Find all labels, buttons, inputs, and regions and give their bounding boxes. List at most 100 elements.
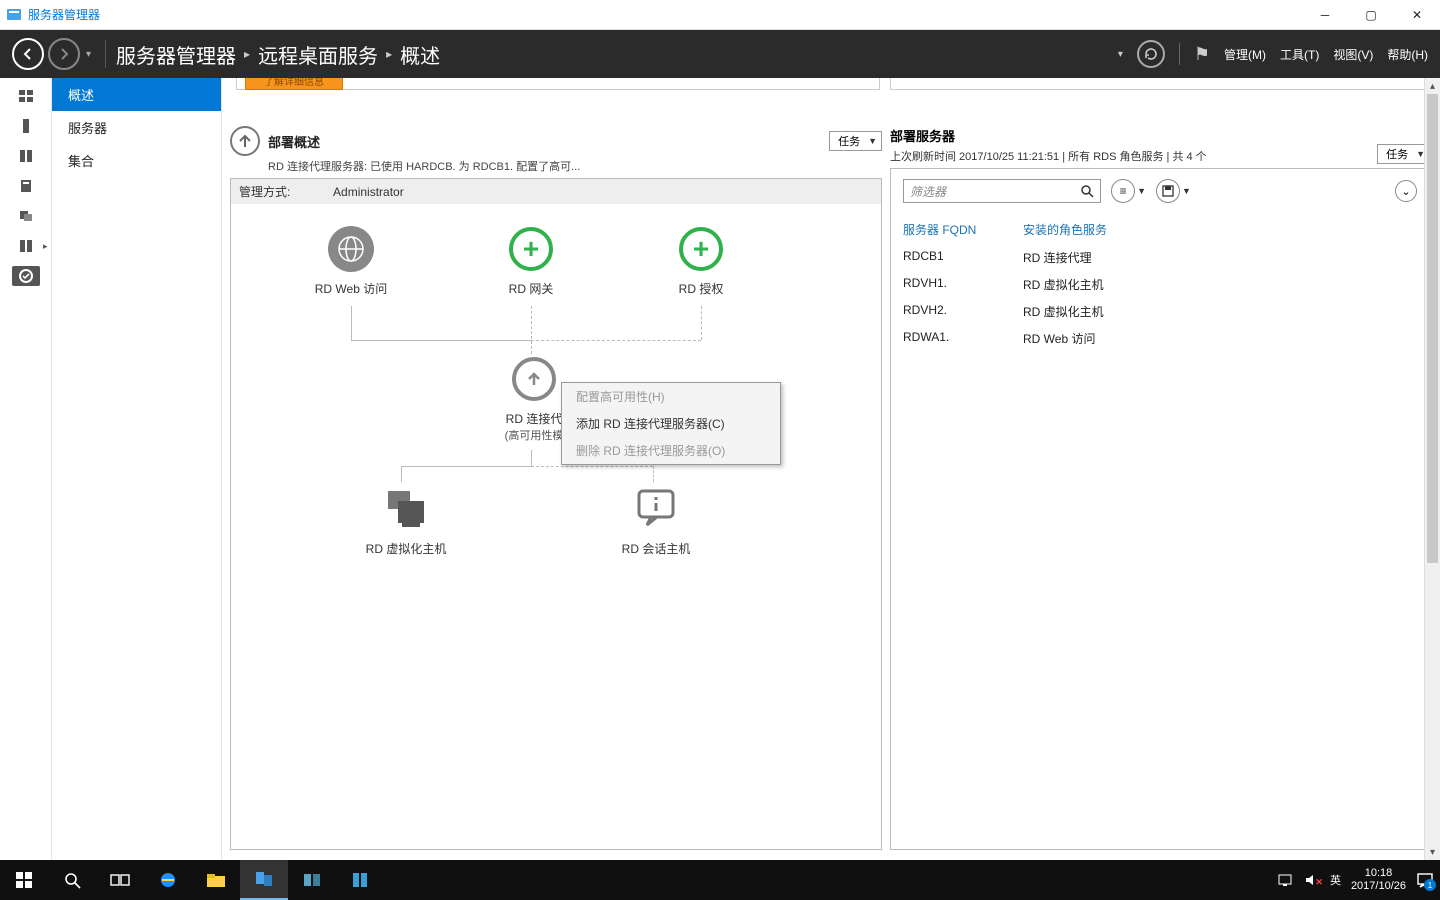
header-dropdown-icon[interactable]: ▾ (1118, 49, 1123, 60)
node-rd-web[interactable]: RD Web 访问 (291, 224, 411, 297)
nav-dropdown-icon[interactable]: ▾ (86, 49, 91, 60)
taskbar-explorer[interactable] (192, 860, 240, 900)
table-row[interactable]: RDVH1. RD 虚拟化主机 (903, 276, 1417, 293)
info-banner-link[interactable]: 了解详细信息 (245, 78, 343, 90)
rail-rds-icon[interactable]: ▸ (12, 266, 40, 286)
node-rd-gateway[interactable]: + RD 网关 (471, 224, 591, 297)
deploy-overview-title: 部署概述 (268, 132, 821, 151)
expand-toggle-button[interactable]: ⌄ (1395, 180, 1417, 202)
node-rd-vhost[interactable]: RD 虚拟化主机 (341, 484, 471, 557)
chevron-down-icon: ▼ (868, 136, 877, 146)
notifications-flag-icon[interactable]: ⚑ (1194, 44, 1210, 65)
taskbar-app-1[interactable] (288, 860, 336, 900)
chevron-down-icon: ▼ (1137, 186, 1146, 196)
mgmt-user: Administrator (333, 185, 404, 199)
management-strip: 管理方式: Administrator (231, 179, 881, 204)
tasks-dropdown-label: 任务 (1386, 146, 1408, 162)
menu-view[interactable]: 视图(V) (1333, 46, 1373, 63)
taskbar-ie[interactable] (144, 860, 192, 900)
app-icon (6, 7, 22, 23)
list-options-button[interactable]: ≡ (1111, 179, 1135, 203)
action-center-button[interactable]: 1 (1416, 871, 1434, 889)
deploy-servers-panel: 筛选器 ≡ ▼ ▼ (890, 168, 1430, 850)
col-fqdn[interactable]: 服务器 FQDN (903, 221, 1023, 238)
search-icon[interactable] (1080, 184, 1094, 198)
nav-back-button[interactable] (12, 38, 44, 70)
header-bar: ▾ 服务器管理器 ▸ 远程桌面服务 ▸ 概述 ▾ ⚑ 管理(M) 工具(T) 视… (0, 30, 1440, 78)
sidenav-servers[interactable]: 服务器 (52, 111, 221, 144)
node-label: RD Web 访问 (291, 280, 411, 297)
tray-clock[interactable]: 10:18 2017/10/26 (1351, 867, 1406, 893)
cell-role: RD 虚拟化主机 (1023, 303, 1417, 320)
breadcrumb-page[interactable]: 概述 (400, 40, 440, 69)
start-button[interactable] (0, 860, 48, 900)
cell-fqdn: RDCB1 (903, 249, 1023, 266)
rail-hyperv-icon[interactable] (12, 206, 40, 226)
rail-all-servers-icon[interactable] (12, 146, 40, 166)
taskbar-app-2[interactable] (336, 860, 384, 900)
sidenav-collections[interactable]: 集合 (52, 144, 221, 177)
col-role[interactable]: 安装的角色服务 (1023, 221, 1417, 238)
node-rd-shost[interactable]: RD 会话主机 (591, 484, 721, 557)
chevron-down-icon: ▼ (1182, 186, 1191, 196)
arrow-up-icon (512, 357, 556, 401)
tasks-dropdown-right[interactable]: 任务 ▼ (1377, 144, 1430, 164)
window-minimize-button[interactable]: ─ (1302, 0, 1348, 30)
plus-icon: + (679, 227, 723, 271)
filter-input[interactable]: 筛选器 (903, 179, 1101, 203)
scroll-thumb[interactable] (1427, 94, 1438, 563)
menu-help[interactable]: 帮助(H) (1387, 46, 1428, 63)
deploy-overview-subtitle: RD 连接代理服务器: 已使用 HARDCB. 为 RDCB1. 配置了高可..… (268, 158, 882, 174)
broker-context-menu: 配置高可用性(H) 添加 RD 连接代理服务器(C) 删除 RD 连接代理服务器… (561, 382, 781, 465)
cell-fqdn: RDVH1. (903, 276, 1023, 293)
taskbar-server-manager[interactable] (240, 860, 288, 900)
vertical-scrollbar[interactable]: ▴ ▾ (1424, 78, 1440, 860)
window-close-button[interactable]: ✕ (1394, 0, 1440, 30)
breadcrumb-root[interactable]: 服务器管理器 (116, 40, 236, 69)
table-row[interactable]: RDVH2. RD 虚拟化主机 (903, 303, 1417, 320)
clock-time: 10:18 (1351, 867, 1406, 880)
window-maximize-button[interactable]: ▢ (1348, 0, 1394, 30)
scroll-up-icon[interactable]: ▴ (1425, 78, 1440, 94)
ctx-remove-broker: 删除 RD 连接代理服务器(O) (562, 437, 780, 464)
rail-local-server-icon[interactable] (12, 116, 40, 136)
tray-network-icon[interactable] (1278, 873, 1294, 887)
table-row[interactable]: RDWA1. RD Web 访问 (903, 330, 1417, 347)
deploy-servers-subtitle: 上次刷新时间 2017/10/25 11:21:51 | 所有 RDS 角色服务… (890, 148, 1377, 164)
node-rd-license[interactable]: + RD 授权 (641, 224, 761, 297)
ctx-add-broker[interactable]: 添加 RD 连接代理服务器(C) (562, 410, 780, 437)
clock-date: 2017/10/26 (1351, 880, 1406, 893)
tray-ime[interactable]: 英 (1330, 872, 1341, 888)
side-nav: 概述 服务器 集合 (52, 78, 222, 860)
cell-role: RD Web 访问 (1023, 330, 1417, 347)
menu-manage[interactable]: 管理(M) (1224, 46, 1266, 63)
info-bubble-icon (631, 484, 681, 534)
scroll-down-icon[interactable]: ▾ (1425, 844, 1440, 860)
nav-forward-button[interactable] (48, 38, 80, 70)
rail-dashboard-icon[interactable] (12, 86, 40, 106)
table-row[interactable]: RDCB1 RD 连接代理 (903, 249, 1417, 266)
ctx-configure-ha: 配置高可用性(H) (562, 383, 780, 410)
refresh-button[interactable] (1137, 40, 1165, 68)
sidenav-overview[interactable]: 概述 (52, 78, 221, 111)
task-view-button[interactable] (96, 860, 144, 900)
cell-fqdn: RDVH2. (903, 303, 1023, 320)
window-title: 服务器管理器 (28, 6, 100, 23)
tasks-dropdown-label: 任务 (838, 133, 860, 149)
rail-file-services-icon[interactable] (12, 176, 40, 196)
node-label: RD 会话主机 (591, 540, 721, 557)
chevron-right-icon: ▸ (386, 47, 392, 61)
node-label: RD 授权 (641, 280, 761, 297)
cell-fqdn: RDWA1. (903, 330, 1023, 347)
cell-role: RD 虚拟化主机 (1023, 276, 1417, 293)
taskbar: ✕ 英 10:18 2017/10/26 1 (0, 860, 1440, 900)
mgmt-label: 管理方式: (239, 185, 290, 199)
icon-rail: ▸ ▸ (0, 78, 52, 860)
save-query-button[interactable] (1156, 179, 1180, 203)
tray-volume-icon[interactable]: ✕ (1304, 873, 1320, 887)
rail-iis-icon[interactable]: ▸ (12, 236, 40, 256)
breadcrumb-section[interactable]: 远程桌面服务 (258, 40, 378, 69)
menu-tools[interactable]: 工具(T) (1280, 46, 1319, 63)
tasks-dropdown-left[interactable]: 任务 ▼ (829, 131, 882, 151)
taskbar-search-button[interactable] (48, 860, 96, 900)
